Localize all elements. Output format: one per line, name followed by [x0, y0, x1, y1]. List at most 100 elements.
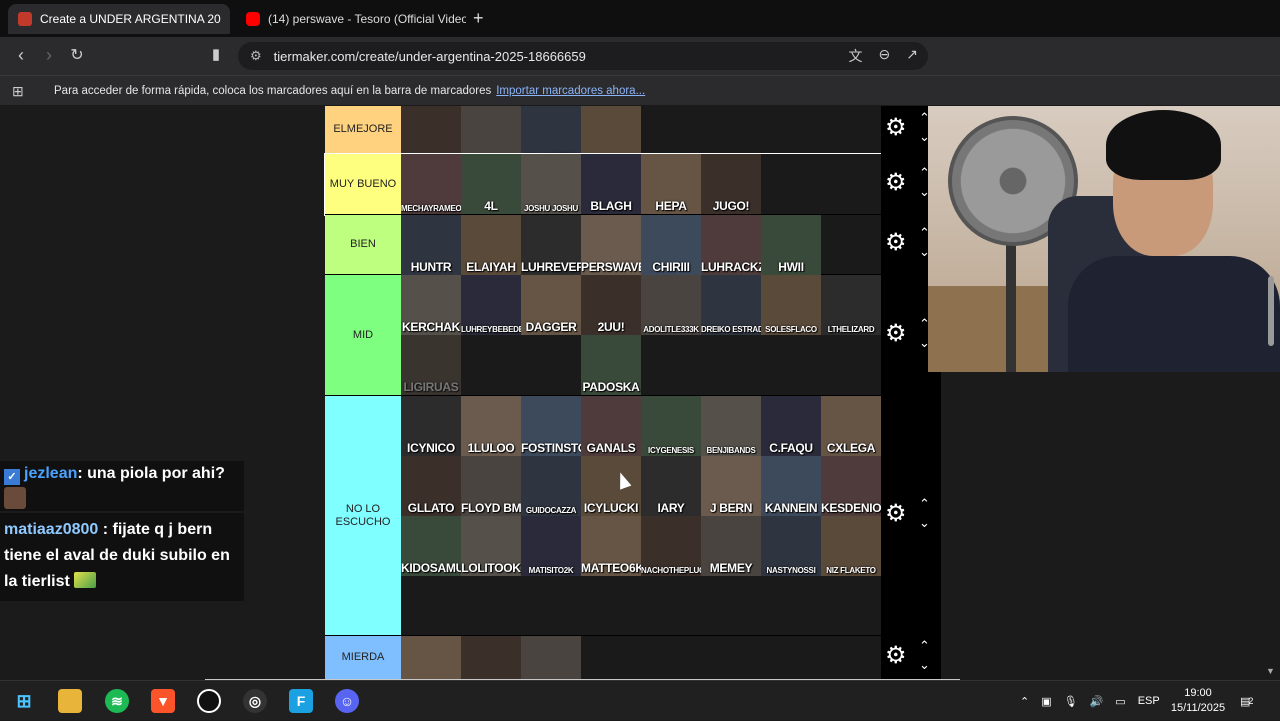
tier-item[interactable]: CHIRIII: [641, 215, 701, 275]
app-icon[interactable]: ◎: [243, 689, 267, 713]
tier-item[interactable]: HUNTR: [401, 215, 461, 275]
tier-item[interactable]: KIDOSAMU: [401, 516, 461, 576]
tier-item[interactable]: C.FAQU: [761, 396, 821, 456]
tier-item[interactable]: HWII: [761, 215, 821, 275]
tier-item[interactable]: LOLITOOK: [461, 516, 521, 576]
tier-item[interactable]: [401, 636, 461, 680]
tier-item[interactable]: FOSTINSTO: [521, 396, 581, 456]
tray-app-icon[interactable]: ▣: [1041, 695, 1051, 708]
tier-item[interactable]: [461, 335, 521, 395]
tier-item[interactable]: LUHRACKZ: [701, 215, 761, 275]
reload-button[interactable]: ↻: [66, 45, 88, 65]
chevron-down-icon[interactable]: ⌄: [919, 515, 930, 531]
tier-item[interactable]: J BERN: [701, 456, 761, 516]
tier-item[interactable]: KESDENIO: [821, 456, 881, 516]
chevron-up-icon[interactable]: ⌃: [919, 638, 930, 654]
tier-label[interactable]: MUY BUENO: [325, 154, 401, 214]
tier-item[interactable]: ICYNICO: [401, 396, 461, 456]
tier-item[interactable]: NIZ FLAKETO: [821, 516, 881, 576]
tier-item[interactable]: KANNEIN: [761, 456, 821, 516]
tier-item[interactable]: PADOSKA: [581, 335, 641, 395]
tier-item[interactable]: MECHAYRAMEO: [401, 154, 461, 214]
gear-icon[interactable]: ⚙: [885, 321, 907, 346]
tier-item[interactable]: JOSHU JOSHU: [521, 154, 581, 214]
close-icon[interactable]: ✕: [221, 11, 230, 28]
forward-button[interactable]: ›: [38, 45, 60, 66]
tier-item[interactable]: 2UU!: [581, 275, 641, 335]
tier-item[interactable]: GLLATO: [401, 456, 461, 516]
import-bookmarks-link[interactable]: Importar marcadores ahora...: [496, 85, 645, 97]
site-settings-icon[interactable]: ⚙: [250, 48, 262, 64]
tier-item[interactable]: KERCHAK: [401, 275, 461, 335]
tier-item[interactable]: LTHELIZARD: [821, 275, 881, 335]
vertical-scrollbar[interactable]: [1268, 276, 1274, 346]
language-indicator[interactable]: ESP: [1138, 695, 1160, 707]
chevron-up-icon[interactable]: ⌃: [919, 496, 930, 512]
obs-icon[interactable]: [197, 689, 221, 713]
tier-item[interactable]: BENJIBANDS: [701, 396, 761, 456]
tier-item[interactable]: PERSWAVE: [581, 215, 641, 275]
network-icon[interactable]: ▭: [1115, 695, 1125, 708]
tier-item[interactable]: BLAGH: [581, 154, 641, 214]
tier-item[interactable]: ICYLUCKI: [581, 456, 641, 516]
gear-icon[interactable]: ⚙: [885, 644, 907, 668]
tier-item[interactable]: 1LULOO: [461, 396, 521, 456]
tier-label[interactable]: MIERDA: [325, 636, 401, 679]
tier-item[interactable]: DREIKO ESTRADA: [701, 275, 761, 335]
tier-item[interactable]: HEPA: [641, 154, 701, 214]
tier-item[interactable]: LIGIRUAS: [401, 335, 461, 395]
tier-label[interactable]: ELMEJORE: [325, 106, 401, 153]
share-icon[interactable]: ↗: [906, 46, 918, 66]
gear-icon[interactable]: ⚙: [885, 231, 907, 255]
volume-icon[interactable]: 🔊: [1090, 695, 1104, 708]
spotify-icon[interactable]: ≋: [105, 689, 129, 713]
file-explorer-icon[interactable]: [58, 689, 82, 713]
gear-icon[interactable]: ⚙: [885, 116, 907, 140]
discord-icon[interactable]: ☺: [335, 689, 359, 713]
tier-item[interactable]: CXLEGA: [821, 396, 881, 456]
tier-label[interactable]: NO LO ESCUCHO: [325, 396, 401, 635]
tier-label[interactable]: MID: [325, 275, 401, 395]
tier-item[interactable]: ICYGENESIS: [641, 396, 701, 456]
gear-icon[interactable]: ⚙: [885, 170, 907, 195]
tier-item[interactable]: JUGO!: [701, 154, 761, 214]
tier-item[interactable]: LUHREVERT: [521, 215, 581, 275]
tier-item[interactable]: MEMEY: [701, 516, 761, 576]
tier-item[interactable]: NASTYNOSSI: [761, 516, 821, 576]
tier-item[interactable]: DAGGER: [521, 275, 581, 335]
scroll-down-icon[interactable]: ▼: [1266, 666, 1275, 676]
tier-item[interactable]: ADOLITLE333K: [641, 275, 701, 335]
gear-icon[interactable]: ⚙: [885, 502, 907, 526]
fortnite-icon[interactable]: F: [289, 689, 313, 713]
notifications-button[interactable]: ▤ 2: [1240, 681, 1253, 721]
microphone-icon[interactable]: 🎙: [1064, 695, 1078, 708]
apps-grid-icon[interactable]: ⊞: [12, 84, 26, 98]
address-bar[interactable]: ⚙ tiermaker.com/create/under-argentina-2…: [238, 42, 928, 70]
tier-item[interactable]: [521, 335, 581, 395]
zoom-icon[interactable]: ⊖: [879, 46, 891, 66]
bookmark-icon[interactable]: ▮: [205, 45, 227, 63]
new-tab-button[interactable]: +: [473, 8, 484, 29]
tier-item[interactable]: MATTEO6K: [581, 516, 641, 576]
tier-item[interactable]: [521, 636, 581, 680]
chevron-up-icon[interactable]: ⌃: [1020, 695, 1029, 708]
tier-item[interactable]: MATISITO2K: [521, 516, 581, 576]
tier-item[interactable]: LUHREYBEBEDETTI: [461, 275, 521, 335]
tier-item[interactable]: SOLESFLACO: [761, 275, 821, 335]
tier-label[interactable]: BIEN: [325, 215, 401, 274]
tier-item[interactable]: PIO: [461, 636, 521, 680]
tier-item[interactable]: GANALS: [581, 396, 641, 456]
brave-browser-icon[interactable]: ▼: [151, 689, 175, 713]
tier-item[interactable]: GUIDOCAZZA: [521, 456, 581, 516]
windows-start-icon[interactable]: ⊞: [12, 689, 36, 713]
tier-item[interactable]: IARY: [641, 456, 701, 516]
tab-tiermaker[interactable]: Create a UNDER ARGENTINA 20 ✕: [8, 4, 230, 34]
chevron-down-icon[interactable]: ⌄: [919, 657, 930, 673]
tier-item[interactable]: FLOYD BM: [461, 456, 521, 516]
back-button[interactable]: ‹: [10, 45, 32, 66]
tier-item[interactable]: 4L: [461, 154, 521, 214]
clock[interactable]: 19:00 15/11/2025: [1170, 686, 1226, 716]
tier-item[interactable]: NACHOTHEPLUG: [641, 516, 701, 576]
translate-icon[interactable]: 文: [849, 46, 863, 66]
tier-item[interactable]: ELAIYAH: [461, 215, 521, 275]
